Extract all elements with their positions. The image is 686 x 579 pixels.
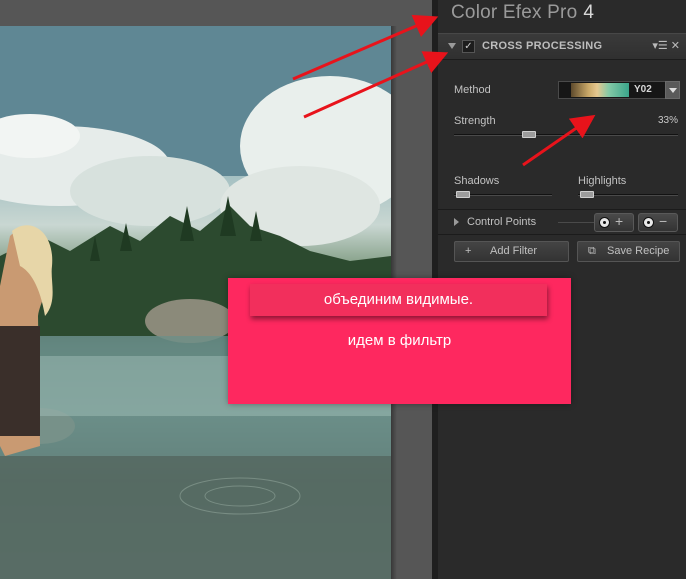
method-select[interactable]: Y02 — [558, 81, 667, 99]
strength-value: 33% — [657, 115, 678, 126]
method-value: Y02 — [634, 84, 652, 95]
control-points-row[interactable]: Control Points + − — [438, 209, 686, 234]
method-label: Method — [454, 84, 491, 96]
strength-slider-track[interactable] — [454, 134, 678, 136]
save-recipe-label: Save Recipe — [607, 245, 670, 257]
control-points-divider — [558, 222, 594, 223]
close-icon[interactable]: ✕ — [671, 40, 680, 52]
annotation-callout: объединим видимые. идем в фильтр — [228, 278, 571, 404]
control-point-icon — [643, 217, 654, 228]
annotation-line-1: объединим видимые. — [323, 291, 474, 308]
shadows-label: Shadows — [454, 175, 500, 187]
method-dropdown-arrow-icon[interactable] — [665, 81, 680, 99]
plus-icon: + — [465, 245, 472, 257]
filter-enable-checkbox[interactable]: ✓ — [462, 40, 475, 53]
filter-header[interactable]: ✓ CROSS PROCESSING ▾☰ ✕ — [438, 33, 686, 60]
shadows-slider-handle[interactable] — [456, 191, 470, 198]
expand-triangle-icon[interactable] — [454, 218, 459, 226]
add-filter-button[interactable]: + Add Filter — [454, 241, 569, 262]
highlights-slider-handle[interactable] — [580, 191, 594, 198]
app-title: Color Efex Pro 4 — [451, 0, 594, 26]
method-preview-thumbnail — [571, 83, 629, 97]
app-name: Color Efex Pro — [451, 2, 578, 23]
control-points-label: Control Points — [467, 216, 537, 228]
panel-separator — [438, 234, 686, 235]
app-version: 4 — [583, 2, 595, 23]
strength-label: Strength — [454, 115, 496, 127]
annotation-line-2: идем в фильтр — [347, 332, 452, 349]
plus-icon: + — [615, 213, 624, 229]
save-recipe-button[interactable]: ⧉ Save Recipe — [577, 241, 680, 262]
collapse-triangle-icon[interactable] — [448, 43, 456, 49]
recipe-icon: ⧉ — [588, 245, 596, 257]
control-point-icon — [599, 217, 610, 228]
filter-name: CROSS PROCESSING — [482, 40, 603, 52]
strength-slider-handle[interactable] — [522, 131, 536, 138]
add-filter-label: Add Filter — [490, 245, 538, 257]
highlights-label: Highlights — [578, 175, 627, 187]
add-control-point-button[interactable]: + — [594, 213, 634, 232]
annotation-banner: объединим видимые. — [250, 284, 547, 316]
menu-icon[interactable]: ▾☰ — [652, 40, 667, 52]
minus-icon: − — [659, 213, 668, 229]
remove-control-point-button[interactable]: − — [638, 213, 678, 232]
